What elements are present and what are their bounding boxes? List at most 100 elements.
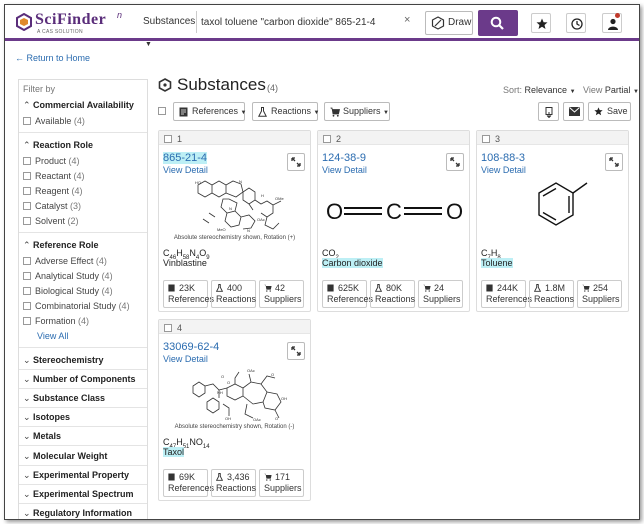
filter-option-solvent[interactable]: Solvent (2) xyxy=(23,216,79,226)
select-checkbox[interactable] xyxy=(482,135,490,143)
export-button[interactable] xyxy=(538,102,559,121)
references-count-button[interactable]: 625K References xyxy=(322,280,373,308)
checkbox[interactable] xyxy=(23,187,31,195)
reactions-count-button[interactable]: 400 Reactions xyxy=(211,280,256,308)
filter-section-isotopes[interactable]: ⌄ Isotopes xyxy=(23,412,70,423)
view-all-link[interactable]: View All xyxy=(37,331,68,341)
cas-number-link[interactable]: 33069-62-4 xyxy=(163,341,219,353)
filter-option-reactant[interactable]: Reactant (4) xyxy=(23,171,85,181)
expand-button[interactable] xyxy=(605,153,623,171)
draw-button[interactable]: Draw xyxy=(425,11,473,35)
email-button[interactable] xyxy=(563,102,584,121)
references-button[interactable]: References ▼ xyxy=(173,102,247,121)
select-checkbox[interactable] xyxy=(164,324,172,332)
filter-section-substance-class[interactable]: ⌄ Substance Class xyxy=(23,393,105,404)
checkbox[interactable] xyxy=(23,287,31,295)
chevron-down-icon: ⌄ xyxy=(23,412,31,422)
references-count-button[interactable]: 69K References xyxy=(163,469,214,497)
favorites-button[interactable] xyxy=(531,13,551,33)
checkbox[interactable] xyxy=(23,257,31,265)
select-checkbox[interactable] xyxy=(164,135,172,143)
filter-option-adverse-effect[interactable]: Adverse Effect (4) xyxy=(23,256,107,266)
checkbox[interactable] xyxy=(23,272,31,280)
cas-number-link[interactable]: 108-88-3 xyxy=(481,152,525,164)
scifinder-logo[interactable]: SciFinder n A CAS SOLUTION xyxy=(15,10,135,36)
filter-option-analytical-study[interactable]: Analytical Study (4) xyxy=(23,271,113,281)
references-label: References xyxy=(168,294,215,304)
divider xyxy=(19,484,147,485)
expand-button[interactable] xyxy=(287,342,305,360)
suppliers-button[interactable]: Suppliers ▼ xyxy=(324,102,390,121)
reactions-label: Reactions xyxy=(375,294,416,304)
view-detail-link[interactable]: View Detail xyxy=(322,165,367,175)
history-icon xyxy=(571,18,583,30)
expand-button[interactable] xyxy=(446,153,464,171)
checkbox[interactable] xyxy=(23,217,31,225)
filter-option-product[interactable]: Product (4) xyxy=(23,156,80,166)
substance-card[interactable]: 4 33069-62-4 View Detail O NH O OAc O OH O OA… xyxy=(158,319,311,501)
filter-section-metals[interactable]: ⌄ Metals xyxy=(23,431,61,442)
filter-section-components[interactable]: ⌄ Number of Components xyxy=(23,374,136,385)
filter-section-commercial[interactable]: ⌃ Commercial Availability xyxy=(23,100,134,111)
filter-section-regulatory[interactable]: ⌄ Regulatory Information xyxy=(23,508,132,519)
search-input[interactable] xyxy=(201,11,401,33)
option-count: (4) xyxy=(95,256,107,266)
clear-search-icon[interactable]: × xyxy=(404,14,410,26)
references-count-button[interactable]: 244K References xyxy=(481,280,532,308)
sort-label: Sort: xyxy=(503,85,523,95)
substance-card[interactable]: 2 124-38-9 View Detail OCO CO2 Carbon di… xyxy=(317,130,470,312)
checkbox[interactable] xyxy=(23,172,31,180)
filter-option-reagent[interactable]: Reagent (4) xyxy=(23,186,83,196)
suppliers-count-button[interactable]: 42 Suppliers xyxy=(259,280,304,308)
filter-option-catalyst[interactable]: Catalyst (3) xyxy=(23,201,81,211)
substance-card[interactable]: 1 865-21-4 View Detail HO N H OMe N MeO xyxy=(158,130,311,312)
select-all-checkbox[interactable] xyxy=(158,107,166,115)
select-checkbox[interactable] xyxy=(323,135,331,143)
return-to-home-link[interactable]: ← Return to Home xyxy=(15,53,90,63)
option-label: Product xyxy=(35,156,67,166)
user-menu-button[interactable] xyxy=(602,13,622,33)
sort-select[interactable]: Relevance xyxy=(525,85,568,95)
view-select[interactable]: Partial xyxy=(605,85,631,95)
expand-button[interactable] xyxy=(287,153,305,171)
reactions-button[interactable]: Reactions ▼ xyxy=(252,102,320,121)
divider xyxy=(19,407,147,408)
taxol-structure-image: O NH O OAc O OH O OAc OH xyxy=(192,368,287,422)
save-button[interactable]: Save xyxy=(588,102,631,121)
filter-section-reference-role[interactable]: ⌃ Reference Role xyxy=(23,240,99,251)
checkbox[interactable] xyxy=(23,117,31,125)
view-detail-link[interactable]: View Detail xyxy=(481,165,526,175)
suppliers-count-button[interactable]: 254 Suppliers xyxy=(577,280,622,308)
filter-section-experimental-property[interactable]: ⌄ Experimental Property xyxy=(23,470,129,481)
filter-section-reaction-role[interactable]: ⌃ Reaction Role xyxy=(23,140,93,151)
checkbox[interactable] xyxy=(23,157,31,165)
filter-option-combinatorial-study[interactable]: Combinatorial Study (4) xyxy=(23,301,130,311)
filter-option-formation[interactable]: Formation (4) xyxy=(23,316,89,326)
filter-option-available[interactable]: Available (4) xyxy=(23,116,85,126)
divider xyxy=(19,426,147,427)
search-scope-select[interactable]: Substances ▼ xyxy=(139,11,197,48)
suppliers-count-button[interactable]: 171 Suppliers xyxy=(259,469,304,497)
reactions-count-button[interactable]: 1.8M Reactions xyxy=(529,280,574,308)
substance-card[interactable]: 3 108-88-3 View Detail C7H8 Toluene 244K… xyxy=(476,130,629,312)
history-button[interactable] xyxy=(566,13,586,33)
checkbox[interactable] xyxy=(23,317,31,325)
search-button[interactable] xyxy=(478,10,518,36)
suppliers-count-button[interactable]: 24 Suppliers xyxy=(418,280,463,308)
filter-section-stereochemistry[interactable]: ⌄ Stereochemistry xyxy=(23,355,104,366)
checkbox[interactable] xyxy=(23,202,31,210)
references-count-button[interactable]: 23K References xyxy=(163,280,214,308)
cas-number-link[interactable]: 865-21-4 xyxy=(163,152,208,164)
view-detail-link[interactable]: View Detail xyxy=(163,165,208,175)
reactions-count-button[interactable]: 3,436 Reactions xyxy=(211,469,256,497)
checkbox[interactable] xyxy=(23,302,31,310)
reactions-count-button[interactable]: 80K Reactions xyxy=(370,280,415,308)
card-header: 2 xyxy=(318,131,469,145)
filter-section-molecular-weight[interactable]: ⌄ Molecular Weight xyxy=(23,451,107,462)
chevron-down-icon: ⌄ xyxy=(23,374,31,384)
filter-option-biological-study[interactable]: Biological Study (4) xyxy=(23,286,113,296)
cas-number-link[interactable]: 124-38-9 xyxy=(322,152,366,164)
save-label: Save xyxy=(607,106,628,116)
view-detail-link[interactable]: View Detail xyxy=(163,354,208,364)
filter-section-experimental-spectrum[interactable]: ⌄ Experimental Spectrum xyxy=(23,489,134,500)
